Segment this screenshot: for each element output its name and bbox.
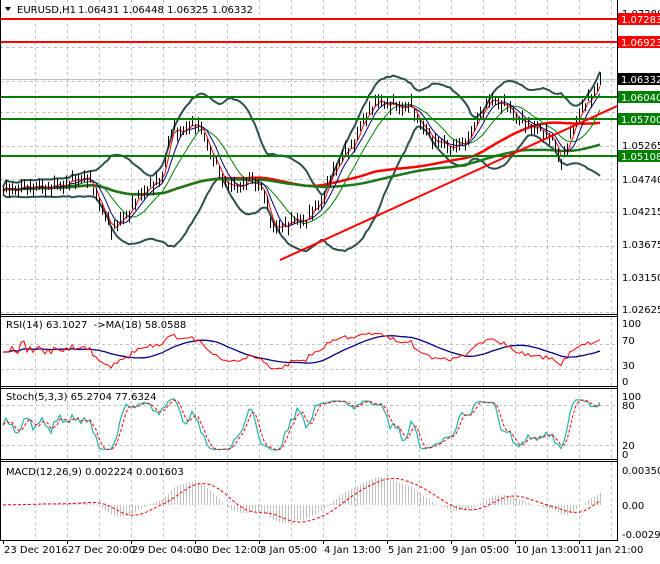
time-label: 3 Jan 05:00: [260, 545, 317, 556]
rsi-tick: 0: [622, 377, 628, 388]
stoch-tick: 80: [622, 401, 635, 412]
macd-tick: 0.003502: [622, 466, 660, 477]
time-label: 10 Jan 13:00: [516, 545, 579, 556]
time-label: 5 Jan 21:00: [388, 545, 445, 556]
level-price-label: 1.06040: [621, 93, 660, 104]
time-label: 23 Dec 2016: [4, 545, 68, 556]
current-price-label: 1.06332: [621, 75, 660, 86]
price-tick: 1.03150: [622, 273, 660, 284]
price-tick: 1.02625: [622, 305, 660, 316]
time-label: 11 Jan 21:00: [580, 545, 643, 556]
macd-tick: 0.00: [622, 501, 644, 512]
time-label: 30 Dec 12:00: [196, 545, 263, 556]
rsi-tick: 70: [622, 336, 635, 347]
price-tick: 1.04740: [622, 175, 660, 186]
level-price-label: 1.06923: [621, 38, 660, 49]
rsi-tick: 100: [622, 319, 641, 330]
level-price-label: 1.05700: [621, 115, 660, 126]
time-label: 29 Dec 04:00: [132, 545, 199, 556]
macd-title: MACD(12,26,9) 0.002224 0.001603: [6, 467, 184, 478]
price-tick: 1.04215: [622, 207, 660, 218]
time-label: 4 Jan 13:00: [324, 545, 381, 556]
level-price-label: 1.07283: [621, 15, 660, 26]
symbol-label: EURUSD,H1: [17, 5, 76, 16]
stoch-title: Stoch(5,3,3) 65.2704 77.6324: [6, 392, 157, 403]
price-tick: 1.03675: [622, 240, 660, 251]
ohlc-readout: 1.06431 1.06448 1.06325 1.06332: [78, 5, 253, 16]
level-price-label: 1.05108: [621, 152, 660, 163]
time-label: 9 Jan 05:00: [452, 545, 509, 556]
rsi-tick: 30: [622, 361, 635, 372]
time-label: 27 Dec 20:00: [68, 545, 135, 556]
macd-tick: -0.002938: [622, 530, 660, 541]
trading-chart[interactable]: EURUSD,H1 1.06431 1.06448 1.06325 1.0633…: [0, 0, 660, 560]
stoch-tick: 0: [622, 450, 628, 461]
rsi-title: RSI(14) 63.1027 ->MA(18) 58.0588: [6, 320, 186, 331]
